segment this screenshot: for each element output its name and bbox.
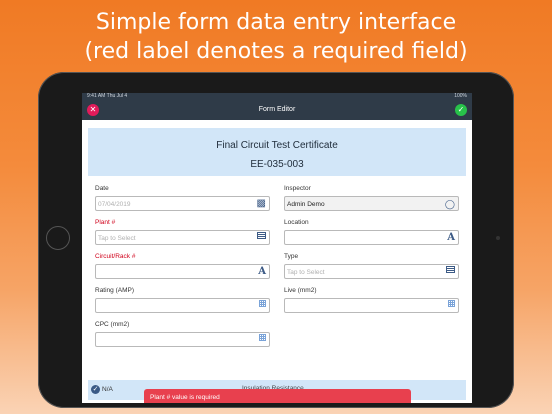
date-field[interactable]: 07/04/2019 ▩ xyxy=(95,196,270,211)
type-placeholder: Tap to Select xyxy=(287,269,325,276)
rating-label: Rating (AMP) xyxy=(95,287,135,294)
plant-field[interactable]: Tap to Select xyxy=(95,230,270,245)
cpc-field[interactable] xyxy=(95,332,270,347)
status-bar: 9:41 AM Thu Jul 4 100% xyxy=(82,93,472,100)
checkmark-icon[interactable]: ✓ xyxy=(91,385,100,394)
date-value: 07/04/2019 xyxy=(98,201,131,208)
date-label: Date xyxy=(95,185,109,192)
live-field[interactable] xyxy=(284,298,459,313)
inspector-value: Admin Demo xyxy=(287,201,325,208)
text-icon: A xyxy=(447,232,455,243)
certificate-title: Final Circuit Test Certificate xyxy=(216,140,338,151)
number-pad-icon xyxy=(259,300,266,307)
app-screen: 9:41 AM Thu Jul 4 100% ✕ Form Editor ✓ F… xyxy=(82,93,472,403)
live-label: Live (mm2) xyxy=(284,287,317,294)
error-toast: Plant # value is required xyxy=(144,389,411,403)
headline-line-2: (red label denotes a required field) xyxy=(84,39,468,64)
type-label: Type xyxy=(284,253,299,260)
home-button xyxy=(46,226,70,250)
form-content: Final Circuit Test Certificate EE-035-00… xyxy=(82,120,472,403)
headline: Simple form data entry interface (red la… xyxy=(0,8,552,66)
headline-line-1: Simple form data entry interface xyxy=(95,10,457,35)
inspector-label: Inspector xyxy=(284,185,311,192)
user-icon[interactable]: ◯ xyxy=(445,198,455,210)
circuit-label: Circuit/Rack # xyxy=(95,253,136,260)
plant-label: Plant # xyxy=(95,219,116,226)
nav-bar: ✕ Form Editor ✓ xyxy=(82,100,472,120)
circuit-field[interactable]: A xyxy=(95,264,270,279)
rating-field[interactable] xyxy=(95,298,270,313)
location-field[interactable]: A xyxy=(284,230,459,245)
inspector-field[interactable]: Admin Demo ◯ xyxy=(284,196,459,211)
nav-title: Form Editor xyxy=(258,106,296,113)
number-pad-icon xyxy=(259,334,266,341)
checkmark-icon[interactable]: ✓ xyxy=(455,104,467,116)
cpc-label: CPC (mm2) xyxy=(95,321,130,328)
list-icon[interactable] xyxy=(257,232,266,239)
number-pad-icon xyxy=(448,300,455,307)
certificate-number: EE-035-003 xyxy=(250,159,304,170)
status-battery: 100% xyxy=(454,93,467,99)
list-icon[interactable] xyxy=(446,266,455,273)
na-label: N/A xyxy=(102,386,113,393)
calendar-icon[interactable]: ▩ xyxy=(257,198,266,210)
type-field[interactable]: Tap to Select xyxy=(284,264,459,279)
certificate-header: Final Circuit Test Certificate EE-035-00… xyxy=(88,128,466,176)
status-time: 9:41 AM Thu Jul 4 xyxy=(87,93,128,99)
text-icon: A xyxy=(258,266,266,277)
plant-placeholder: Tap to Select xyxy=(98,235,136,242)
location-label: Location xyxy=(284,219,309,226)
camera xyxy=(496,236,500,240)
